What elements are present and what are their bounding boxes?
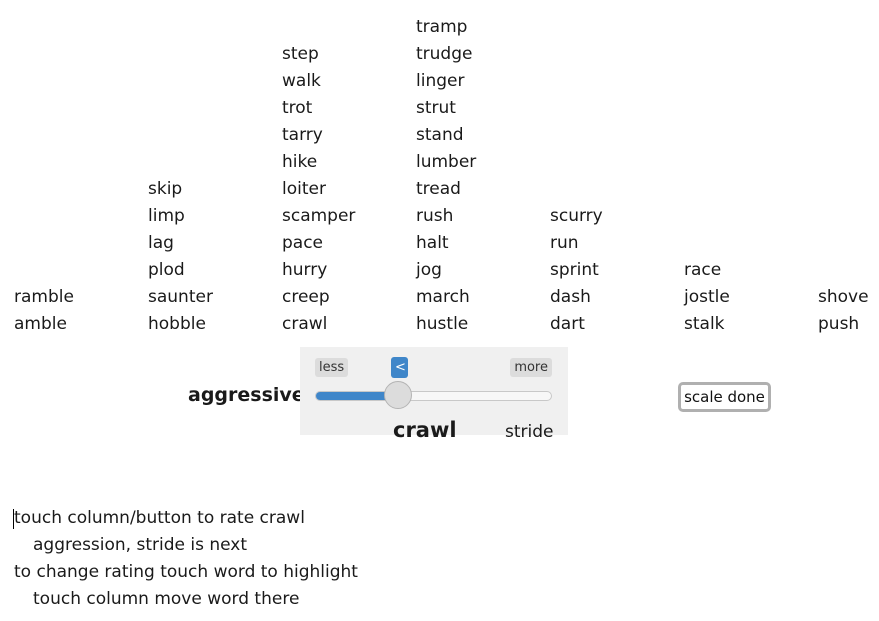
word-jog[interactable]: jog <box>416 257 550 284</box>
word-loiter[interactable]: loiter <box>282 176 416 203</box>
column-3-words: step walk trot tarry hike loiter scamper pace hu… <box>282 41 416 338</box>
word-race[interactable]: race <box>684 257 818 284</box>
word-plod[interactable]: plod <box>148 257 282 284</box>
word-linger[interactable]: linger <box>416 68 550 95</box>
word-skip[interactable]: skip <box>148 176 282 203</box>
word-hurry[interactable]: hurry <box>282 257 416 284</box>
word-sprint[interactable]: sprint <box>550 257 684 284</box>
word-amble[interactable]: amble <box>14 311 148 338</box>
word-limp[interactable]: limp <box>148 203 282 230</box>
word-hustle[interactable]: hustle <box>416 311 550 338</box>
back-button[interactable]: < <box>391 357 408 378</box>
instruction-line: aggression, stride is next <box>33 535 248 555</box>
word-dart[interactable]: dart <box>550 311 684 338</box>
instruction-line: touch column/button to rate crawl <box>14 508 305 528</box>
column-6[interactable]: race jostle stalk <box>684 0 818 338</box>
instruction-line: touch column move word there <box>33 589 300 609</box>
slider-track[interactable] <box>315 391 552 401</box>
word-jostle[interactable]: jostle <box>684 284 818 311</box>
next-word: stride <box>505 422 554 442</box>
word-strut[interactable]: strut <box>416 95 550 122</box>
scale-label: aggressive <box>188 384 305 406</box>
word-shove[interactable]: shove <box>818 284 879 311</box>
scale-done-button[interactable]: scale done <box>678 382 771 412</box>
word-tread[interactable]: tread <box>416 176 550 203</box>
column-1-words: ramble amble <box>14 284 148 338</box>
word-step[interactable]: step <box>282 41 416 68</box>
word-crawl[interactable]: crawl <box>282 311 416 338</box>
word-walk[interactable]: walk <box>282 68 416 95</box>
less-button[interactable]: less <box>315 358 349 377</box>
word-hike[interactable]: hike <box>282 149 416 176</box>
more-button[interactable]: more <box>510 358 552 377</box>
word-scurry[interactable]: scurry <box>550 203 684 230</box>
current-word: crawl <box>393 418 457 442</box>
word-ramble[interactable]: ramble <box>14 284 148 311</box>
word-saunter[interactable]: saunter <box>148 284 282 311</box>
column-7[interactable]: shove push <box>818 0 879 338</box>
word-run[interactable]: run <box>550 230 684 257</box>
column-7-words: shove push <box>818 284 879 338</box>
word-hobble[interactable]: hobble <box>148 311 282 338</box>
word-rush[interactable]: rush <box>416 203 550 230</box>
column-3[interactable]: step walk trot tarry hike loiter scamper pace hu… <box>282 0 416 338</box>
word-scamper[interactable]: scamper <box>282 203 416 230</box>
slider-thumb[interactable] <box>383 381 412 409</box>
word-stalk[interactable]: stalk <box>684 311 818 338</box>
text-caret <box>13 509 14 529</box>
instruction-line: to change rating touch word to highlight <box>14 562 358 582</box>
word-pace[interactable]: pace <box>282 230 416 257</box>
word-halt[interactable]: halt <box>416 230 550 257</box>
instructions: touch column/button to rate crawl aggres… <box>13 505 358 613</box>
column-2-words: skip limp lag plod saunter hobble <box>148 176 282 338</box>
word-march[interactable]: march <box>416 284 550 311</box>
word-push[interactable]: push <box>818 311 879 338</box>
column-4[interactable]: tramp trudge linger strut stand lumber tread ru… <box>416 0 550 338</box>
column-5[interactable]: scurry run sprint dash dart <box>550 0 684 338</box>
column-1[interactable]: ramble amble <box>14 0 148 338</box>
word-lumber[interactable]: lumber <box>416 149 550 176</box>
word-creep[interactable]: creep <box>282 284 416 311</box>
column-2[interactable]: skip limp lag plod saunter hobble <box>148 0 282 338</box>
column-5-words: scurry run sprint dash dart <box>550 203 684 338</box>
word-trot[interactable]: trot <box>282 95 416 122</box>
word-tarry[interactable]: tarry <box>282 122 416 149</box>
column-4-words: tramp trudge linger strut stand lumber tread ru… <box>416 14 550 338</box>
word-lag[interactable]: lag <box>148 230 282 257</box>
word-stand[interactable]: stand <box>416 122 550 149</box>
word-dash[interactable]: dash <box>550 284 684 311</box>
word-trudge[interactable]: trudge <box>416 41 550 68</box>
column-6-words: race jostle stalk <box>684 257 818 338</box>
word-tramp[interactable]: tramp <box>416 14 550 41</box>
